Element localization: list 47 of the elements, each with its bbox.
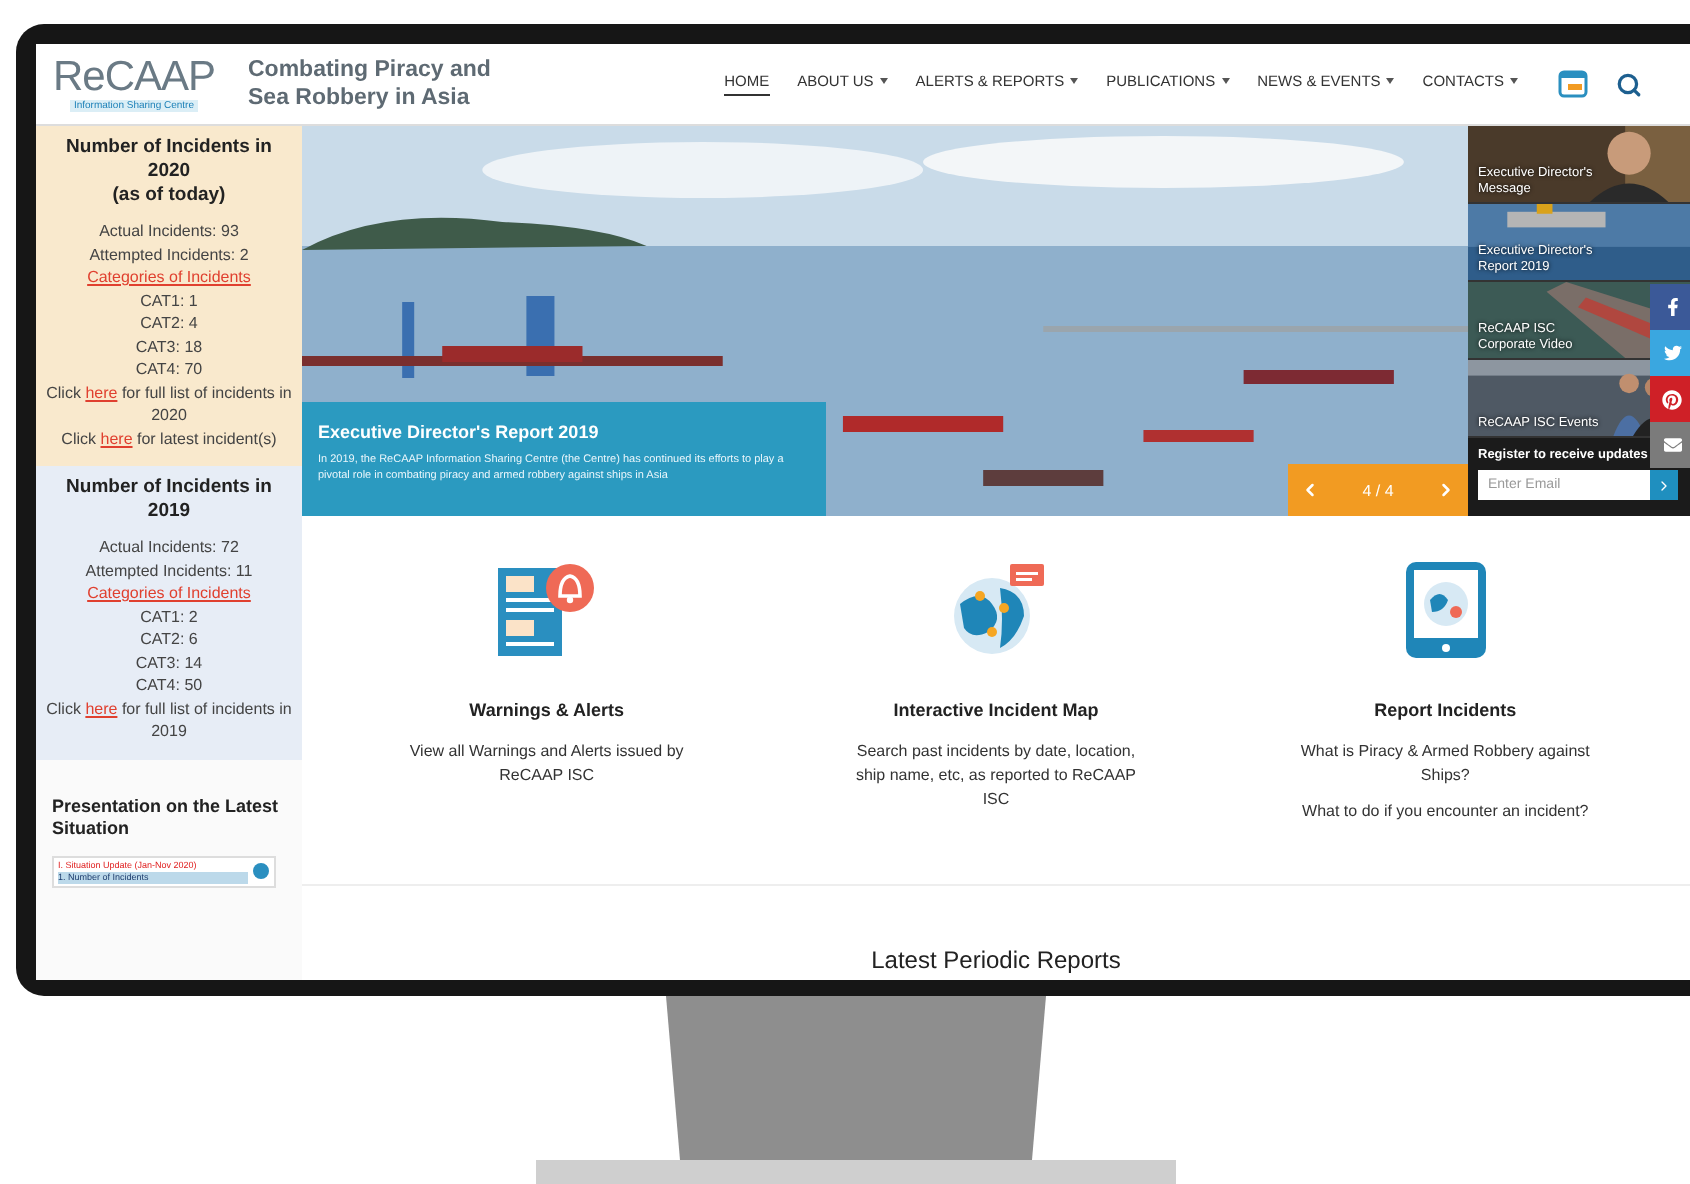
feature-title[interactable]: Interactive Incident Map <box>893 700 1099 720</box>
document-bell-icon <box>494 560 599 660</box>
presentation-title: Presentation on the Latest Situation <box>52 795 281 839</box>
stat-text: Actual Incidents: 72 <box>99 536 239 559</box>
stat-text: CAT2: 4 <box>140 312 198 335</box>
feature-description: What to do if you encounter an incident? <box>1302 800 1589 824</box>
p-pin-icon <box>1662 389 1682 409</box>
tablet-globe-icon <box>1403 560 1488 660</box>
app-window-icon[interactable] <box>1558 70 1588 98</box>
here-link[interactable]: here <box>85 699 118 717</box>
here-link[interactable]: here <box>100 429 133 447</box>
stat-text: CAT1: 2 <box>140 605 198 628</box>
f-letter-icon <box>1663 298 1681 316</box>
categories-link[interactable]: Categories of Incidents <box>87 266 251 289</box>
search-icon[interactable] <box>1616 71 1642 97</box>
share-button[interactable] <box>1650 284 1690 330</box>
site-title: Combating Piracy and Sea Robbery in Asia <box>248 56 493 112</box>
categories-link[interactable]: Categories of Incidents <box>87 582 251 605</box>
feature-description: View all Warnings and Alerts issued by ReCAAP ISC <box>407 740 686 788</box>
here-link[interactable]: here <box>85 383 118 401</box>
section-heading: Latest Periodic Reports <box>871 946 1121 974</box>
stat-text: Actual Incidents: 93 <box>99 220 239 243</box>
stat-text: Attempted Incidents: 11 <box>85 559 253 582</box>
envelope-icon <box>1663 436 1681 454</box>
panel-title: Number of Incidents in 2019 <box>64 476 274 524</box>
stat-text: CAT3: 14 <box>135 651 203 674</box>
click-here-text: Click here for latest incident(s) <box>61 427 277 450</box>
panel-subtitle: (as of today) <box>112 184 226 208</box>
share-button[interactable] <box>1650 376 1690 422</box>
chevron-right-icon <box>1656 477 1672 493</box>
globe-icon <box>252 862 270 880</box>
stat-text: CAT2: 6 <box>140 628 198 651</box>
stat-text: CAT3: 18 <box>135 335 203 358</box>
feature-description: What is Piracy & Armed Robbery against Ships? <box>1298 740 1592 788</box>
stat-text: Attempted Incidents: 2 <box>89 243 249 266</box>
submit-button[interactable] <box>1650 470 1678 500</box>
feature-title[interactable]: Report Incidents <box>1374 700 1517 720</box>
stat-text: CAT4: 70 <box>135 358 203 381</box>
feature-description: Search past incidents by date, location, ship name, etc, as reported to ReCAAP ISC <box>853 740 1139 812</box>
panel-title: Number of Incidents in 2020 <box>64 136 274 184</box>
stat-text: CAT4: 50 <box>135 674 203 697</box>
click-here-text: Click here for full list of incidents in 2019 <box>44 697 294 743</box>
bird-icon <box>1663 344 1681 362</box>
stat-text: CAT1: 1 <box>140 289 198 312</box>
logo-text: ReCAAP <box>52 56 216 100</box>
feature-title[interactable]: Warnings & Alerts <box>469 700 624 720</box>
share-button[interactable] <box>1650 422 1690 468</box>
